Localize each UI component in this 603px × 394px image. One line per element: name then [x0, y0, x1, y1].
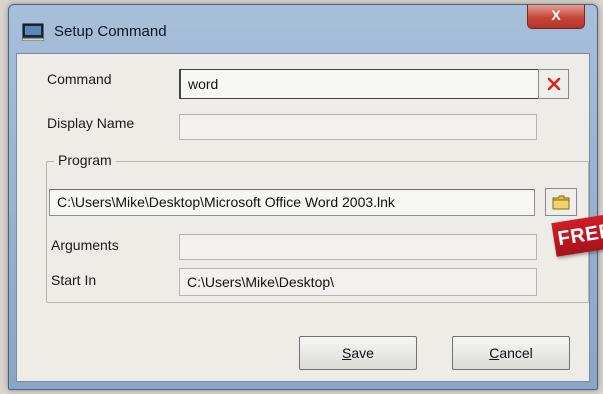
folder-icon	[552, 195, 570, 209]
browse-program-button[interactable]	[545, 188, 577, 216]
save-button-label: ave	[351, 345, 374, 361]
window-title: Setup Command	[54, 23, 167, 40]
cancel-button[interactable]: Cancel	[452, 336, 570, 370]
setup-command-dialog: Setup Command X Command word Display Nam…	[8, 4, 598, 390]
arguments-label: Arguments	[51, 237, 119, 253]
save-button[interactable]: Save	[299, 336, 417, 370]
display-name-label: Display Name	[47, 115, 135, 131]
display-name-input[interactable]	[179, 114, 537, 140]
close-icon: X	[551, 7, 561, 23]
arguments-input[interactable]	[179, 234, 537, 260]
red-x-icon	[547, 77, 560, 91]
window-icon	[22, 23, 44, 41]
dialog-body: Command word Display Name Program C:\Use…	[16, 53, 590, 382]
start-in-label: Start In	[51, 272, 97, 288]
cancel-button-label: ancel	[499, 345, 533, 361]
clear-command-button[interactable]	[538, 69, 569, 99]
close-button[interactable]: X	[527, 5, 585, 29]
program-path-input[interactable]: C:\Users\Mike\Desktop\Microsoft Office W…	[49, 189, 535, 216]
command-label: Command	[47, 71, 112, 87]
cancel-button-mnemonic: C	[489, 345, 500, 361]
title-bar[interactable]: Setup Command X	[9, 5, 597, 55]
start-in-input[interactable]: C:\Users\Mike\Desktop\	[179, 268, 537, 296]
save-button-mnemonic: S	[342, 345, 352, 361]
program-group-label: Program	[54, 152, 116, 168]
command-input[interactable]: word	[179, 69, 547, 99]
